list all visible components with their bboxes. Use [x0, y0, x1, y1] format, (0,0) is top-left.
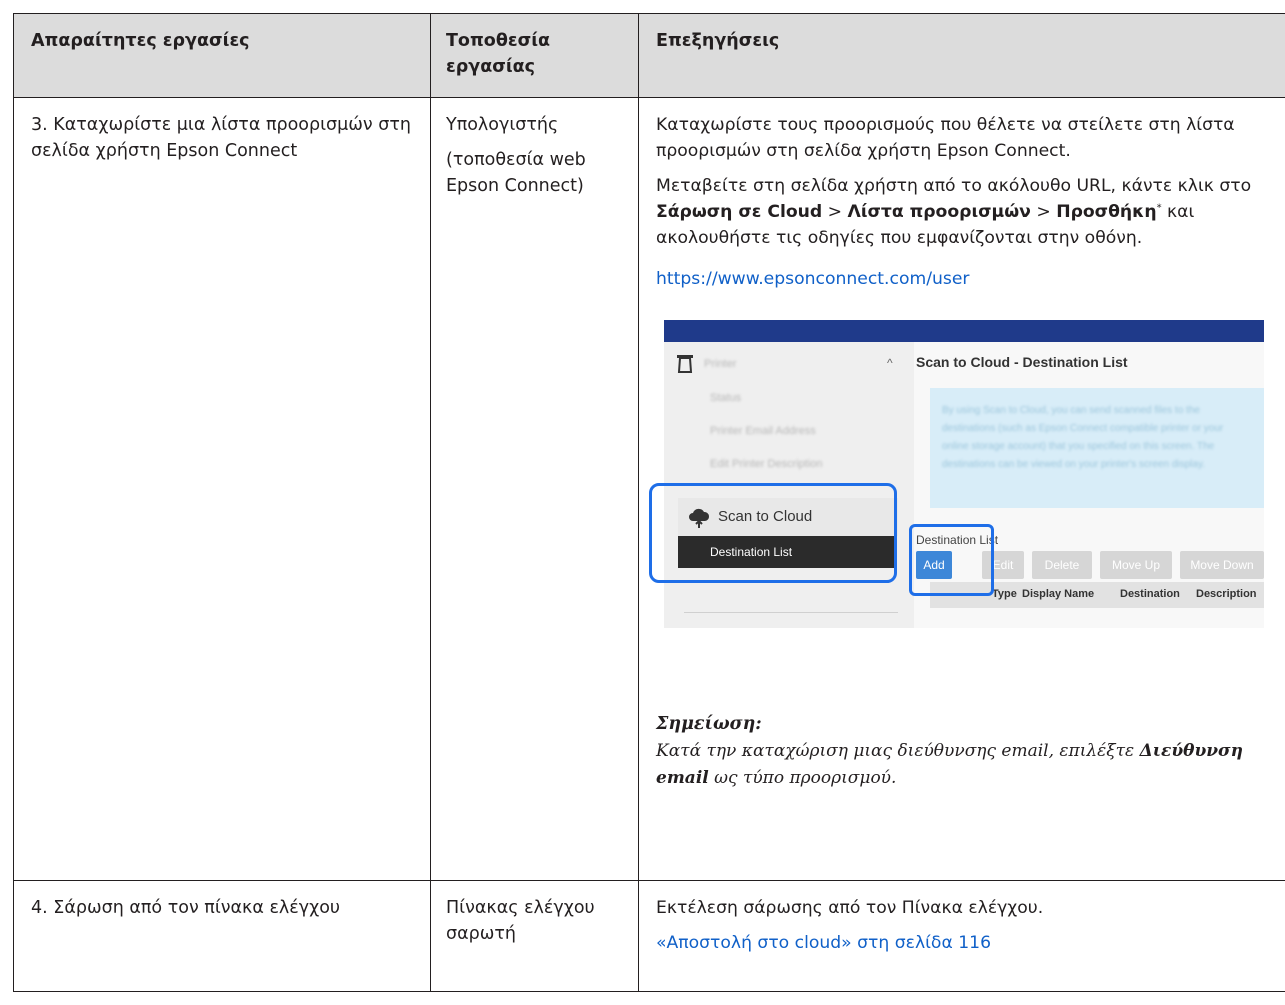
explanation-cell: Εκτέλεση σάρωσης από τον Πίνακα ελέγχου.… — [639, 881, 1285, 991]
move-down-button: Move Down — [1180, 551, 1264, 579]
cross-reference-link[interactable]: «Αποστολή στο cloud» στη σελίδα 116 — [656, 930, 1285, 956]
location-cell: Υπολογιστής (τοποθεσία web Epson Connect… — [431, 98, 639, 880]
menu-destination-list: Λίστα προορισμών — [847, 202, 1031, 222]
col-description: Description — [1196, 588, 1257, 600]
table-row: 3. Καταχωρίστε μια λίστα προορισμών στη … — [13, 98, 1285, 881]
collapse-icon: ^ — [887, 356, 893, 370]
note-block: Σημείωση: Κατά την καταχώριση μιας διεύθ… — [656, 711, 1285, 792]
delete-button: Delete — [1032, 551, 1092, 579]
epson-connect-screenshot: Printer ^ Status Printer Email Address E… — [649, 320, 1264, 628]
explanation-cell: Καταχωρίστε τους προορισμούς που θέλετε … — [639, 98, 1285, 880]
note-text: Κατά την καταχώριση μιας διεύθυνσης emai… — [656, 738, 1285, 792]
menu-scan-to-cloud: Σάρωση σε Cloud — [656, 202, 823, 222]
location-subtext: (τοποθεσία web Epson Connect) — [446, 150, 586, 196]
printer-icon — [677, 355, 693, 373]
info-text: By using Scan to Cloud, you can send sca… — [942, 405, 1224, 470]
sidebar-printer-label: Printer — [704, 358, 737, 370]
screenshot-top-bar — [664, 320, 1264, 342]
sidebar-status: Status — [710, 392, 742, 404]
menu-add: Προσθήκη — [1056, 202, 1157, 222]
note-title: Σημείωση: — [656, 714, 762, 734]
location-text: Πίνακας ελέγχου σαρωτή — [446, 898, 595, 944]
task-cell: 4. Σάρωση από τον πίνακα ελέγχου — [13, 881, 431, 991]
header-explanation: Επεξηγήσεις — [656, 31, 780, 51]
explanation-para-1: Καταχωρίστε τους προορισμούς που θέλετε … — [656, 115, 1235, 161]
para2-text-start: Μεταβείτε στη σελίδα χρήστη από το ακόλο… — [656, 176, 1252, 196]
col-display-name: Display Name — [1022, 588, 1095, 600]
location-text: Υπολογιστής — [446, 115, 559, 135]
location-cell: Πίνακας ελέγχου σαρωτή — [431, 881, 639, 991]
task-cell: 3. Καταχωρίστε μια λίστα προορισμών στη … — [13, 98, 431, 880]
header-tasks: Απαραίτητες εργασίες — [13, 14, 431, 97]
sidebar-edit-description: Edit Printer Description — [710, 458, 823, 470]
highlight-add-button — [909, 524, 994, 596]
task-text: 4. Σάρωση από τον πίνακα ελέγχου — [31, 898, 341, 918]
info-box: By using Scan to Cloud, you can send sca… — [930, 388, 1264, 508]
col-type: Type — [992, 588, 1017, 600]
note-text-start: Κατά την καταχώριση μιας διεύθυνσης emai… — [656, 741, 1140, 761]
table-row: 4. Σάρωση από τον πίνακα ελέγχου Πίνακας… — [13, 881, 1285, 992]
sidebar-divider — [684, 612, 898, 613]
separator: > — [822, 202, 848, 222]
sidebar-printer-email: Printer Email Address — [710, 425, 816, 437]
user-page-link[interactable]: https://www.epsonconnect.com/user — [656, 266, 1285, 292]
highlight-scan-to-cloud — [649, 483, 897, 583]
col-destination: Destination — [1120, 588, 1180, 600]
explanation-para: Εκτέλεση σάρωσης από τον Πίνακα ελέγχου. — [656, 898, 1044, 918]
separator: > — [1030, 202, 1057, 222]
requirements-table: Απαραίτητες εργασίες Τοποθεσία εργασίας … — [13, 13, 1285, 992]
move-up-button: Move Up — [1100, 551, 1172, 579]
note-text-end: ως τύπο προορισμού. — [708, 768, 897, 788]
header-location: Τοποθεσία εργασίας — [431, 14, 639, 97]
screenshot-page-title: Scan to Cloud - Destination List — [916, 354, 1128, 370]
explanation-para-2: Μεταβείτε στη σελίδα χρήστη από το ακόλο… — [656, 173, 1285, 251]
task-text: 3. Καταχωρίστε μια λίστα προορισμών στη … — [31, 115, 411, 161]
table-header-row: Απαραίτητες εργασίες Τοποθεσία εργασίας … — [13, 13, 1285, 98]
